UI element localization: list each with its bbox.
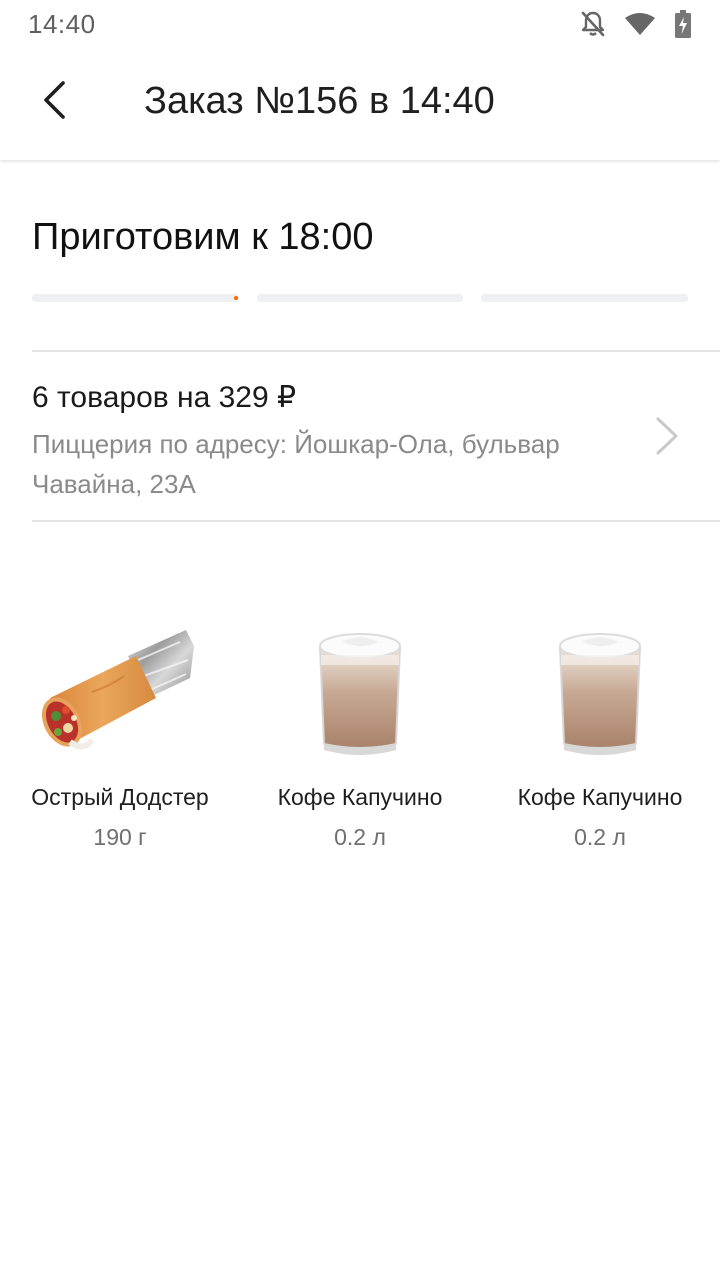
progress-indicator (234, 296, 238, 300)
product-card[interactable]: Острый Додстер 190 г (0, 610, 240, 860)
progress-segment-3 (481, 294, 689, 302)
divider (32, 520, 720, 522)
progress-segment-1 (32, 294, 239, 302)
product-list: Острый Додстер 190 г Кофе Капучино 0.2 л… (0, 610, 720, 870)
wrap-image (40, 620, 200, 760)
chevron-right-icon (650, 416, 686, 456)
order-progress (32, 294, 689, 302)
divider (32, 350, 720, 352)
order-summary-title: 6 товаров на 329 ₽ (32, 381, 297, 414)
status-time: 14:40 (28, 8, 96, 39)
product-size: 0.2 л (574, 824, 626, 850)
ready-time-heading: Приготовим к 18:00 (32, 216, 374, 258)
battery-charging-icon (674, 10, 692, 38)
order-summary-row[interactable]: 6 товаров на 329 ₽ Пиццерия по адресу: Й… (32, 354, 720, 520)
product-size: 190 г (93, 824, 147, 850)
app-bar: Заказ №156 в 14:40 (0, 48, 720, 160)
coffee-cup-image (280, 620, 440, 760)
chevron-left-icon (39, 80, 69, 125)
product-name: Острый Додстер (31, 784, 209, 810)
product-size: 0.2 л (334, 824, 386, 850)
status-icons (580, 10, 692, 38)
progress-segment-2 (256, 294, 464, 302)
pizzeria-address: Пиццерия по адресу: Йошкар-Ола, бульвар … (32, 429, 560, 499)
progress-fill (32, 294, 239, 302)
bell-off-icon (580, 10, 606, 38)
product-name: Кофе Капучино (277, 784, 443, 810)
page-title: Заказ №156 в 14:40 (144, 80, 495, 122)
status-bar: 14:40 (0, 0, 720, 48)
coffee-cup-image (520, 620, 680, 760)
product-card[interactable]: Кофе Капучино 0.2 л (240, 610, 480, 860)
product-name: Кофе Капучино (517, 784, 683, 810)
wifi-icon (624, 12, 656, 36)
back-button[interactable] (26, 74, 82, 130)
product-card[interactable]: Кофе Капучино 0.2 л (480, 610, 720, 860)
